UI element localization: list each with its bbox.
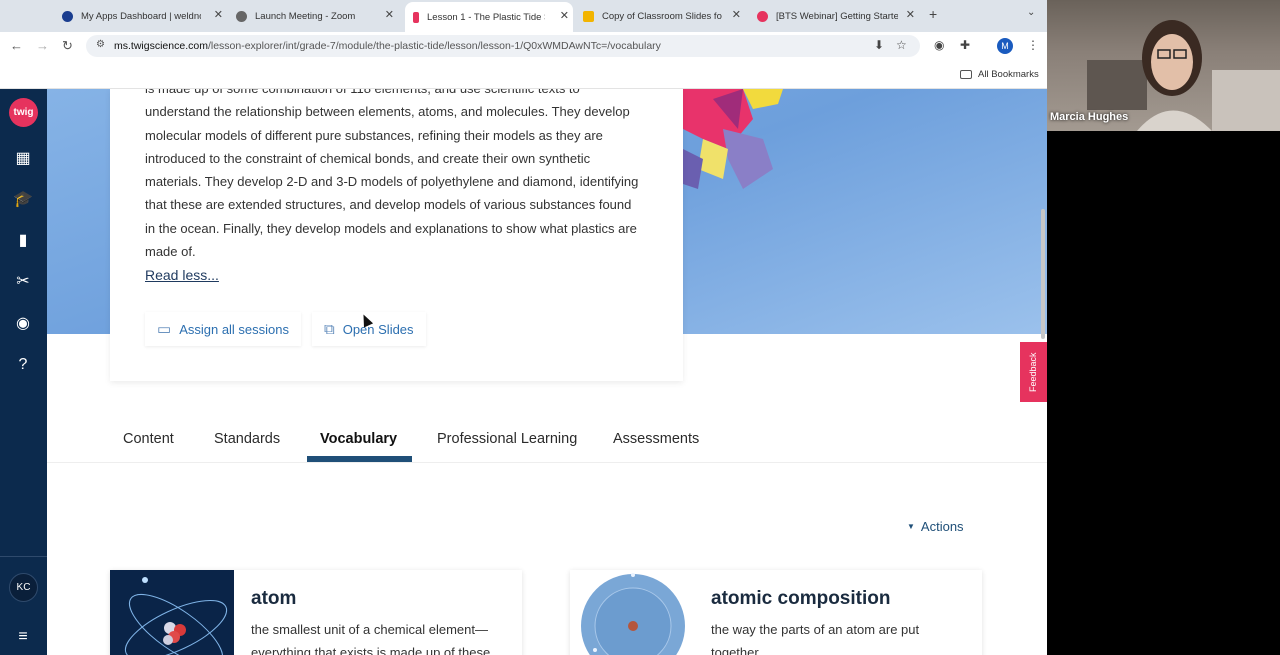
tabs-divider (47, 462, 1047, 463)
browser-tab-slides[interactable]: Copy of Classroom Slides for ✕ (583, 4, 745, 28)
browser-tab-apps-dashboard[interactable]: My Apps Dashboard | weldno ✕ (62, 4, 227, 28)
tab-standards[interactable]: Standards (214, 419, 280, 459)
actions-label: Actions (920, 519, 964, 534)
description-line: is made up of some combination of 118 el… (145, 89, 660, 100)
site-settings-icon[interactable]: ⚙ (96, 39, 105, 50)
tools-icon[interactable]: ✂ (13, 272, 33, 292)
apps-dashboard-favicon-icon (62, 10, 73, 22)
browser-tab-lesson[interactable]: Lesson 1 - The Plastic Tide > ✕ (405, 2, 573, 32)
chevron-down-icon[interactable]: ⌄ (1027, 7, 1035, 18)
forward-icon[interactable]: → (36, 38, 49, 53)
lesson-description: is made up of some combination of 118 el… (145, 89, 660, 263)
install-app-icon[interactable]: ⬇ (874, 38, 884, 52)
dashboard-icon[interactable]: ▦ (13, 149, 33, 169)
plastic-art-image (683, 89, 783, 189)
description-line: that these are extended structures, and … (145, 197, 632, 213)
assign-all-sessions-button[interactable]: ▭ Assign all sessions (145, 312, 302, 346)
app-sidebar: twig ▦ 🎓 ▮ ✂ ◉ ? KC ≡ (0, 89, 47, 655)
vocab-term: atom (251, 588, 297, 609)
url-field[interactable]: ⚙ ms.twigscience.com/lesson-explorer/int… (86, 35, 920, 57)
participant-name: Marcia Hughes (1050, 111, 1129, 123)
page-scrollbar[interactable] (1041, 209, 1045, 339)
tab-vocabulary[interactable]: Vocabulary (320, 419, 397, 459)
vocab-card-atom[interactable]: atom the smallest unit of a chemical ele… (110, 570, 522, 655)
user-avatar[interactable]: KC (9, 573, 38, 602)
tab-content[interactable]: Content (123, 419, 174, 459)
sidebar-divider (0, 556, 47, 557)
close-tab-icon[interactable]: ✕ (906, 8, 915, 21)
tab-professional-learning[interactable]: Professional Learning (437, 419, 577, 459)
description-line: understand the relationship between elem… (145, 104, 630, 120)
url-path: /lesson-explorer/int/grade-7/module/the-… (207, 40, 661, 52)
profile-avatar[interactable]: M (997, 38, 1013, 54)
vocab-definition: the way the parts of an atom are put tog… (711, 622, 920, 655)
menu-icon[interactable]: ≡ (13, 627, 33, 647)
all-bookmarks-button[interactable]: All Bookmarks (960, 69, 1039, 80)
url-text: ms.twigscience.com/lesson-explorer/int/g… (114, 40, 661, 52)
description-line: materials. They develop 2-D and 3-D mode… (145, 174, 639, 190)
folder-icon (960, 70, 972, 79)
bookmarks-bar: All Bookmarks (0, 60, 1047, 89)
description-line: molecular models of different pure subst… (145, 127, 603, 143)
tab-title: My Apps Dashboard | weldno (81, 10, 201, 22)
webinar-favicon-icon (757, 10, 768, 22)
tab-title: Copy of Classroom Slides for (602, 10, 722, 22)
puzzle-icon[interactable]: ✚ (960, 38, 970, 52)
main-content: is made up of some combination of 118 el… (47, 89, 1047, 655)
compass-icon[interactable]: ◉ (13, 314, 33, 334)
twig-favicon-icon (413, 11, 419, 23)
url-host: ms.twigscience.com (114, 40, 208, 52)
close-tab-icon[interactable]: ✕ (385, 8, 394, 21)
reload-icon[interactable]: ↻ (62, 38, 73, 54)
new-tab-icon[interactable]: + (929, 6, 937, 22)
description-line: made of. (145, 244, 196, 260)
twig-logo[interactable]: twig (9, 98, 38, 127)
extension-icon[interactable]: ◉ (934, 38, 944, 52)
all-bookmarks-label: All Bookmarks (978, 69, 1039, 80)
atom-illustration-image (110, 570, 234, 655)
back-icon[interactable]: ← (10, 38, 23, 53)
google-slides-icon (583, 10, 594, 22)
browser-tab-zoom[interactable]: Launch Meeting - Zoom ✕ (236, 4, 398, 28)
participant-video[interactable]: Marcia Hughes (1047, 0, 1280, 131)
actions-dropdown[interactable]: ▼ Actions (907, 519, 964, 534)
tab-title: Launch Meeting - Zoom (255, 10, 356, 22)
browser-tab-bar: My Apps Dashboard | weldno ✕ Launch Meet… (0, 0, 1047, 32)
description-line: introduced to the constraint of chemical… (145, 150, 591, 166)
read-less-link[interactable]: Read less... (145, 267, 219, 283)
feedback-button[interactable]: Feedback (1020, 342, 1047, 402)
bar-chart-icon[interactable]: ▮ (13, 231, 33, 251)
vocab-card-atomic-composition[interactable]: atomic composition the way the parts of … (570, 570, 982, 655)
tab-title: [BTS Webinar] Getting Starte (776, 10, 898, 22)
description-line: in the ocean. Finally, they develop mode… (145, 220, 637, 236)
bookmark-star-icon[interactable]: ☆ (896, 38, 907, 52)
browser-tab-webinar[interactable]: [BTS Webinar] Getting Starte ✕ (757, 4, 919, 28)
atomic-composition-illustration-image (570, 570, 694, 655)
zoom-video-panel: Marcia Hughes (1047, 0, 1280, 655)
address-bar-row: ← → ↻ ⚙ ms.twigscience.com/lesson-explor… (0, 32, 1047, 60)
graduation-cap-icon[interactable]: 🎓 (13, 190, 33, 210)
open-slides-label: Open Slides (342, 321, 414, 337)
tab-assessments[interactable]: Assessments (613, 419, 699, 459)
close-tab-icon[interactable]: ✕ (560, 9, 569, 22)
lesson-overview-card: is made up of some combination of 118 el… (110, 89, 683, 381)
vocab-term: atomic composition (711, 588, 891, 609)
close-tab-icon[interactable]: ✕ (214, 8, 223, 21)
assign-label: Assign all sessions (179, 321, 290, 337)
external-link-icon: ⧉ (324, 320, 335, 338)
vocab-definition: the smallest unit of a chemical element—… (251, 622, 502, 655)
more-menu-icon[interactable]: ⋮ (1027, 38, 1039, 52)
globe-icon (236, 10, 247, 22)
assign-icon: ▭ (157, 321, 172, 338)
caret-down-icon: ▼ (907, 522, 915, 531)
help-icon[interactable]: ? (13, 355, 33, 375)
tab-title: Lesson 1 - The Plastic Tide > (427, 11, 545, 23)
close-tab-icon[interactable]: ✕ (732, 8, 741, 21)
